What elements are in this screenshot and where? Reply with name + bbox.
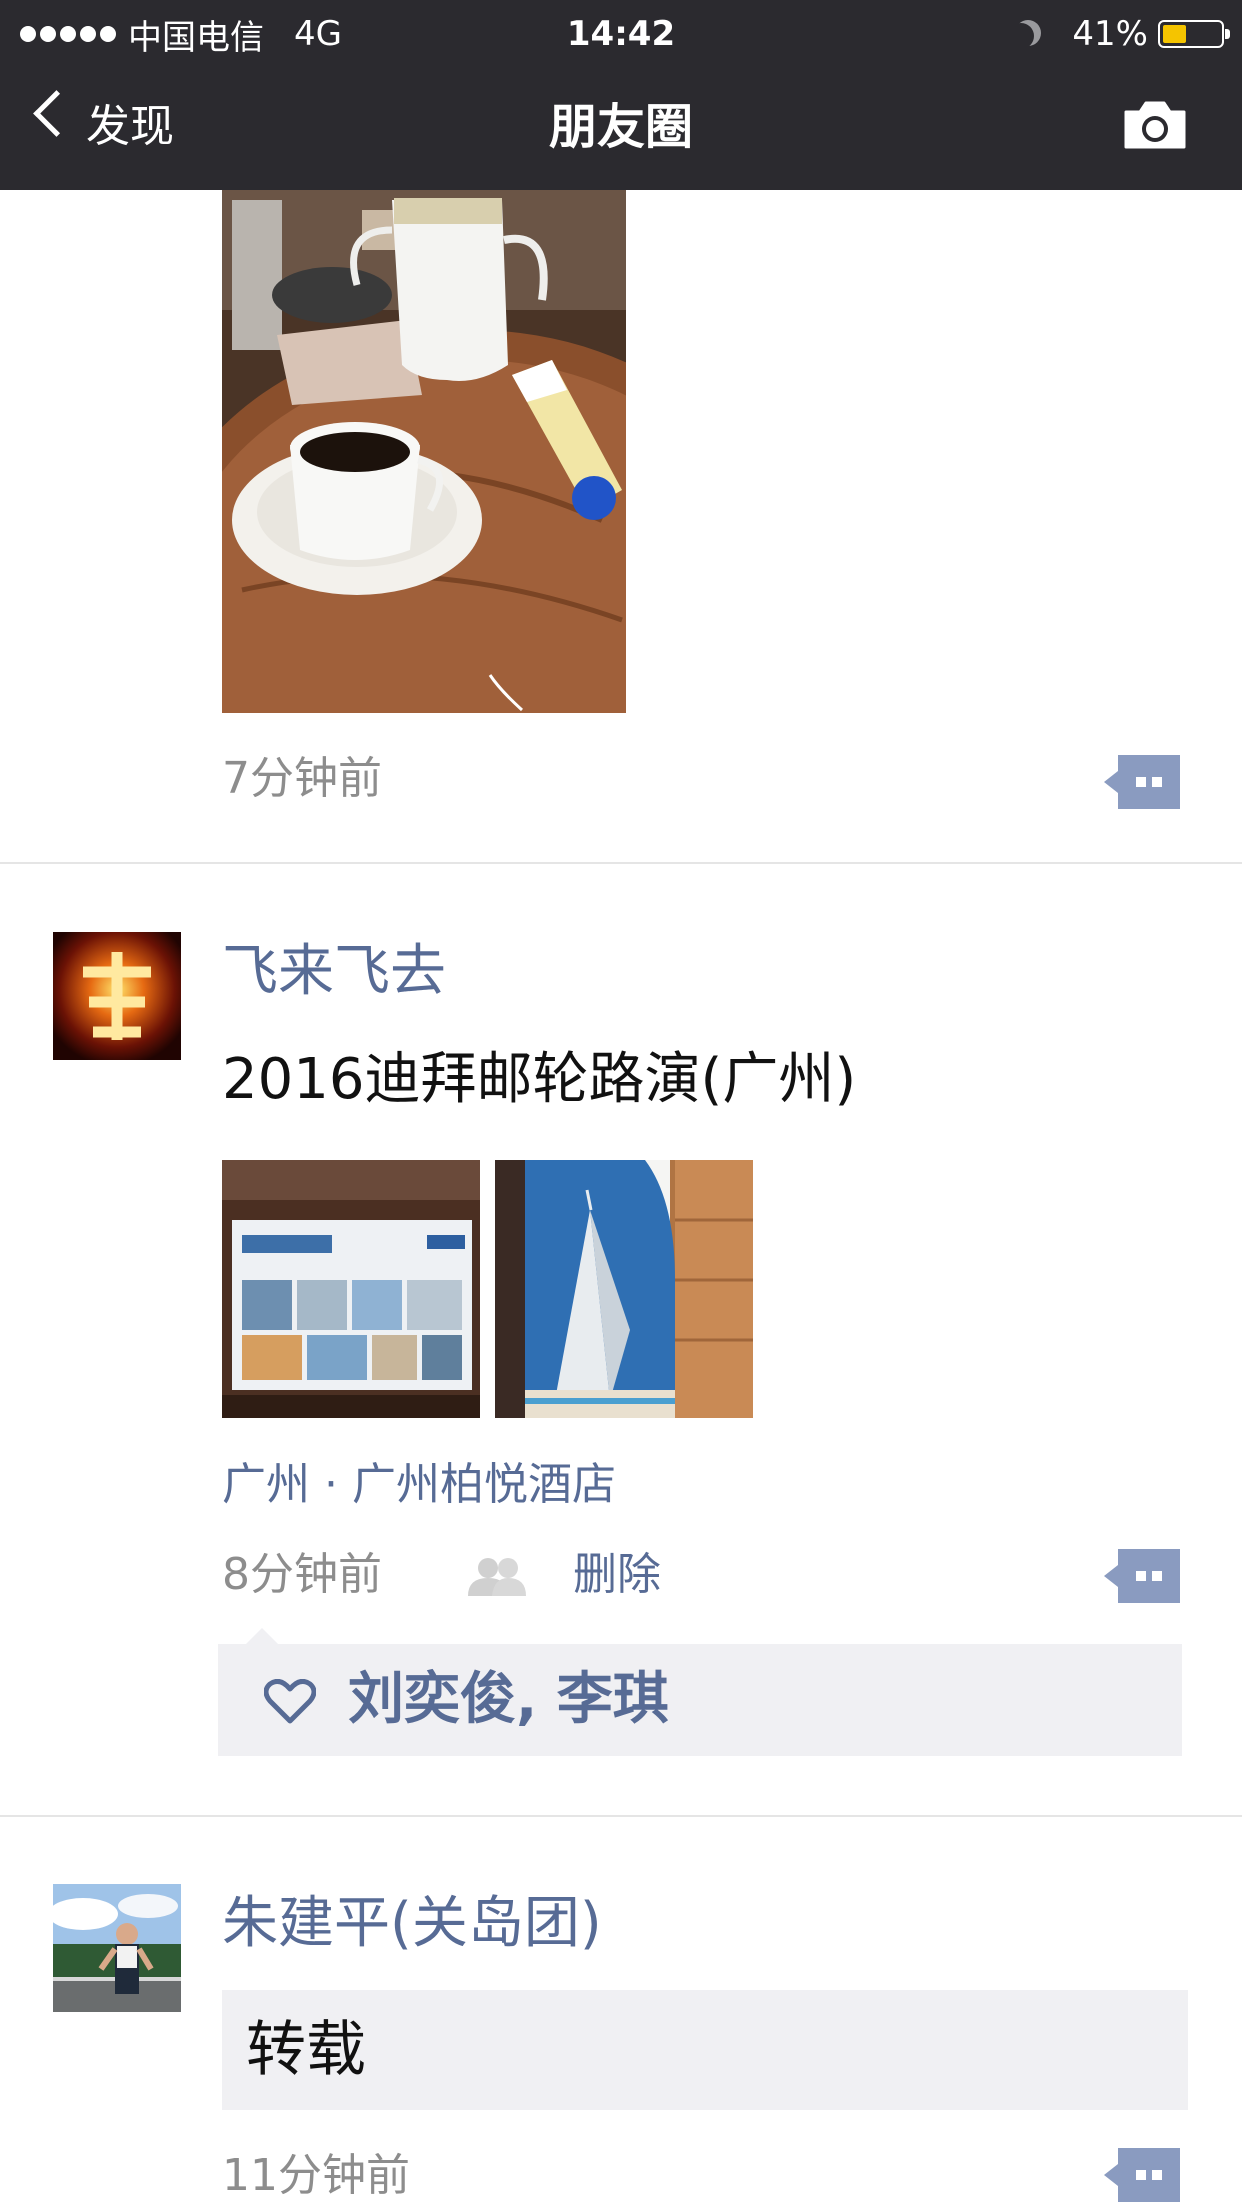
moon-icon [1008, 23, 1034, 49]
battery-fill [1163, 25, 1186, 43]
post-text: 2016迪拜邮轮路演(广州) [222, 1047, 857, 1112]
likes-arrow [246, 1628, 278, 1644]
post-location[interactable]: 广州 · 广州柏悦酒店 [222, 1455, 616, 1515]
post-divider [0, 862, 1242, 864]
avatar[interactable] [53, 1884, 181, 2012]
camera-icon[interactable] [1122, 100, 1188, 150]
post-divider [0, 1815, 1242, 1817]
comment-bubble-icon[interactable] [1104, 755, 1180, 809]
likes-names[interactable]: 刘奕俊, 李琪 [348, 1658, 669, 1742]
battery-percent: 41% [1072, 14, 1148, 54]
comment-bubble-icon[interactable] [1104, 1549, 1180, 1603]
shared-link-title: 转载 [246, 2015, 366, 2085]
post-photo-coffee[interactable] [222, 190, 626, 713]
delete-button[interactable]: 删除 [573, 1545, 661, 1605]
heart-icon [264, 1679, 316, 1724]
status-right: 41% [1016, 6, 1230, 62]
avatar[interactable] [53, 932, 181, 1060]
battery-icon [1158, 20, 1230, 48]
comment-bubble-icon[interactable] [1104, 2148, 1180, 2202]
post-time: 8分钟前 [222, 1549, 382, 1600]
post-photo-burj[interactable] [495, 1160, 753, 1418]
visibility-friends-icon[interactable] [464, 1556, 528, 1596]
post-time: 11分钟前 [222, 2150, 410, 2201]
post-username[interactable]: 朱建平(关岛团) [222, 1884, 602, 1964]
post-username[interactable]: 飞来飞去 [222, 932, 446, 1012]
post-photo-backdrop[interactable] [222, 1160, 480, 1418]
page-title: 朋友圈 [548, 99, 693, 155]
post-time: 7分钟前 [222, 753, 382, 804]
shared-link-card[interactable] [222, 1990, 1188, 2110]
